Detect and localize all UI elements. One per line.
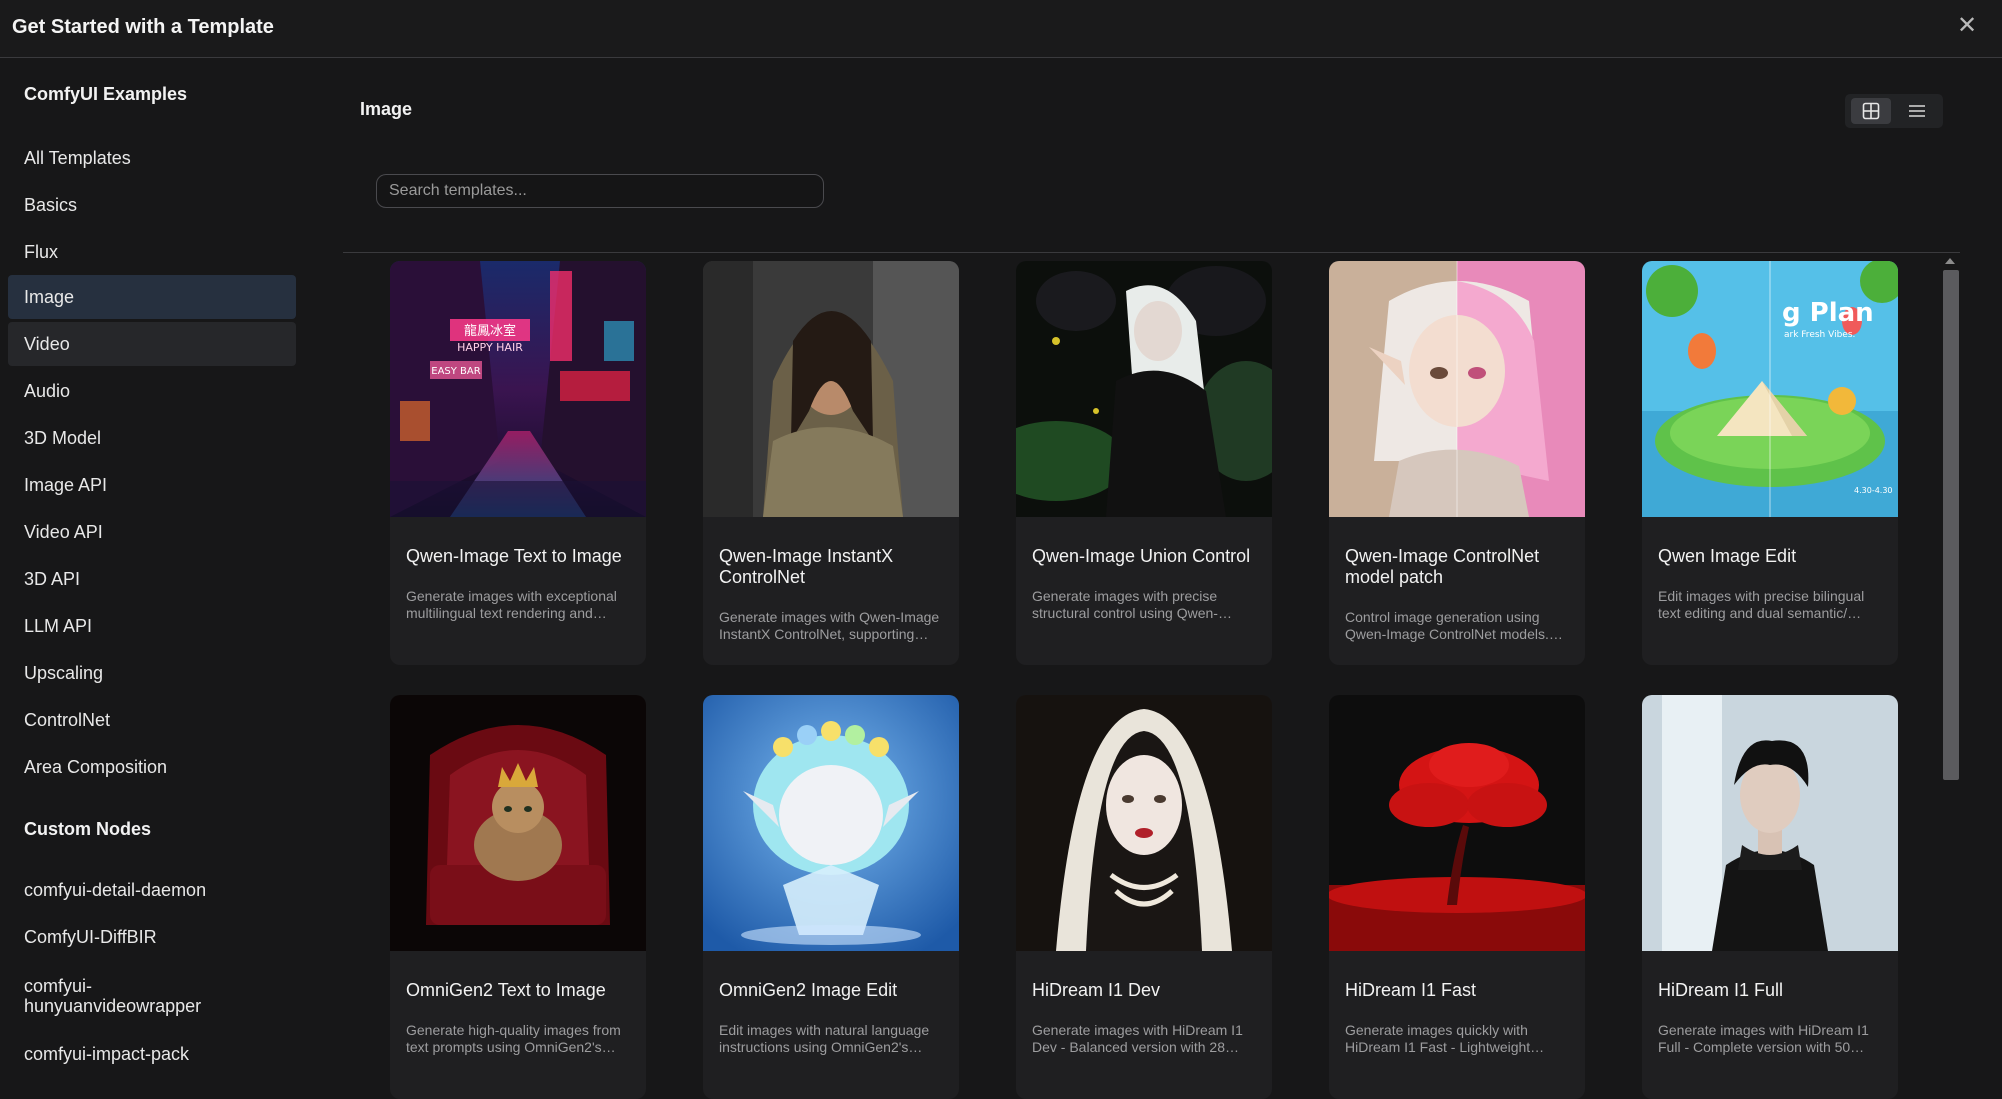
- sidebar: ComfyUI Examples All Templates Basics Fl…: [0, 58, 300, 1067]
- template-thumbnail: 龍鳳冰室 HAPPY HAIR EASY BAR: [390, 261, 646, 517]
- template-card[interactable]: Qwen-Image ControlNet model patch Contro…: [1329, 261, 1585, 665]
- template-thumbnail: [1642, 695, 1898, 951]
- sidebar-heading-custom-nodes: Custom Nodes: [24, 819, 152, 839]
- template-card[interactable]: OmniGen2 Text to Image Generate high-qua…: [390, 695, 646, 1099]
- view-toggle: [1845, 94, 1943, 128]
- sidebar-item-detail-daemon[interactable]: comfyui-detail-daemon: [8, 868, 296, 912]
- sidebar-item-flux[interactable]: Flux: [8, 230, 296, 274]
- section-title: Image: [360, 99, 413, 119]
- poster-title: g Plan: [1782, 298, 1874, 328]
- template-description: Generate images with HiDream I1 Dev - Ba…: [1032, 1022, 1243, 1055]
- template-description: Edit images with natural language instru…: [719, 1022, 930, 1055]
- template-title: Qwen-Image Text to Image: [406, 546, 622, 566]
- template-thumbnail: [1329, 695, 1585, 951]
- template-description: Generate images with HiDream I1 Full - C…: [1658, 1022, 1869, 1055]
- template-card[interactable]: HiDream I1 Full Generate images with HiD…: [1642, 695, 1898, 1099]
- template-title: OmniGen2 Text to Image: [406, 980, 606, 1000]
- template-card[interactable]: 龍鳳冰室 HAPPY HAIR EASY BAR Qwen-Image Text…: [390, 261, 646, 665]
- scroll-up-arrow-icon[interactable]: [1945, 258, 1955, 264]
- sidebar-item-3d-api[interactable]: 3D API: [8, 557, 296, 601]
- template-description: Generate images with precise structural …: [1032, 588, 1232, 621]
- sidebar-item-audio[interactable]: Audio: [8, 369, 296, 413]
- template-title: OmniGen2 Image Edit: [719, 980, 898, 1000]
- sidebar-item-controlnet[interactable]: ControlNet: [8, 698, 296, 742]
- sidebar-item-video-api[interactable]: Video API: [8, 510, 296, 554]
- neon-sign: 龍鳳冰室: [464, 323, 516, 339]
- template-card[interactable]: OmniGen2 Image Edit Edit images with nat…: [703, 695, 959, 1099]
- grid-icon: [1862, 102, 1880, 120]
- template-description: Generate images quickly with HiDream I1 …: [1345, 1022, 1545, 1055]
- template-thumbnail: [1329, 261, 1585, 517]
- sidebar-item-diffbir[interactable]: ComfyUI-DiffBIR: [8, 915, 296, 959]
- poster-date: 4.30-4.30: [1854, 486, 1893, 495]
- main-panel: Image Search templates... 龍鳳冰室 HAPPY HAI…: [300, 58, 2002, 1099]
- template-title: Qwen Image Edit: [1658, 546, 1797, 566]
- sidebar-item-upscaling[interactable]: Upscaling: [8, 651, 296, 695]
- sidebar-item-image-api[interactable]: Image API: [8, 463, 296, 507]
- template-description: Control image generation using Qwen-Imag…: [1345, 609, 1563, 642]
- list-view-button[interactable]: [1897, 98, 1937, 124]
- template-description: Generate images with Qwen-Image InstantX…: [719, 609, 940, 642]
- list-icon: [1909, 105, 1925, 117]
- template-thumbnail: [703, 695, 959, 951]
- template-thumbnail: [703, 261, 959, 517]
- sidebar-item-3d-model[interactable]: 3D Model: [8, 416, 296, 460]
- divider: [343, 252, 1960, 253]
- sidebar-item-impact-pack[interactable]: comfyui-impact-pack: [8, 1032, 296, 1076]
- template-description: Generate high-quality images from text p…: [406, 1022, 621, 1055]
- template-description: Generate images with exceptional multili…: [406, 588, 617, 621]
- template-card[interactable]: HiDream I1 Dev Generate images with HiDr…: [1016, 695, 1272, 1099]
- sidebar-item-hunyuanvideowrapper[interactable]: comfyui-hunyuanvideowrapper: [8, 976, 201, 1020]
- template-thumbnail: [1016, 695, 1272, 951]
- sidebar-item-video[interactable]: Video: [8, 322, 296, 366]
- search-input[interactable]: [376, 174, 824, 208]
- template-title: Qwen-Image InstantX ControlNet: [719, 546, 894, 587]
- grid-view-button[interactable]: [1851, 98, 1891, 124]
- template-card[interactable]: Qwen-Image InstantX ControlNet Generate …: [703, 261, 959, 665]
- sidebar-item-basics[interactable]: Basics: [8, 183, 296, 227]
- sidebar-item-llm-api[interactable]: LLM API: [8, 604, 296, 648]
- poster-subtitle: ark Fresh Vibes.: [1784, 330, 1855, 340]
- dialog-title: Get Started with a Template: [12, 16, 274, 38]
- template-thumbnail: [1016, 261, 1272, 517]
- dialog-header: Get Started with a Template ✕: [0, 0, 2002, 58]
- sidebar-item-all-templates[interactable]: All Templates: [8, 136, 296, 180]
- template-title: HiDream I1 Full: [1658, 980, 1784, 1000]
- sidebar-item-image[interactable]: Image: [8, 275, 296, 319]
- neon-sign: EASY BAR: [431, 366, 480, 377]
- template-card[interactable]: g Plan ark Fresh Vibes. 4.30-4.30 Qwen I…: [1642, 261, 1898, 665]
- template-description: Edit images with precise bilingual text …: [1658, 588, 1865, 621]
- template-thumbnail: [390, 695, 646, 951]
- template-title: Qwen-Image ControlNet model patch: [1345, 546, 1540, 587]
- sidebar-heading-examples: ComfyUI Examples: [24, 84, 188, 104]
- close-icon[interactable]: ✕: [1955, 14, 1979, 38]
- template-title: HiDream I1 Fast: [1345, 980, 1477, 1000]
- neon-sign: HAPPY HAIR: [457, 341, 523, 354]
- template-card[interactable]: HiDream I1 Fast Generate images quickly …: [1329, 695, 1585, 1099]
- sidebar-item-area-composition[interactable]: Area Composition: [8, 745, 296, 789]
- scrollbar-thumb[interactable]: [1943, 270, 1959, 780]
- template-title: Qwen-Image Union Control: [1032, 546, 1251, 566]
- template-thumbnail: g Plan ark Fresh Vibes. 4.30-4.30: [1642, 261, 1898, 517]
- template-title: HiDream I1 Dev: [1032, 980, 1161, 1000]
- template-card[interactable]: Qwen-Image Union Control Generate images…: [1016, 261, 1272, 665]
- scrollbar[interactable]: [1941, 258, 1959, 1067]
